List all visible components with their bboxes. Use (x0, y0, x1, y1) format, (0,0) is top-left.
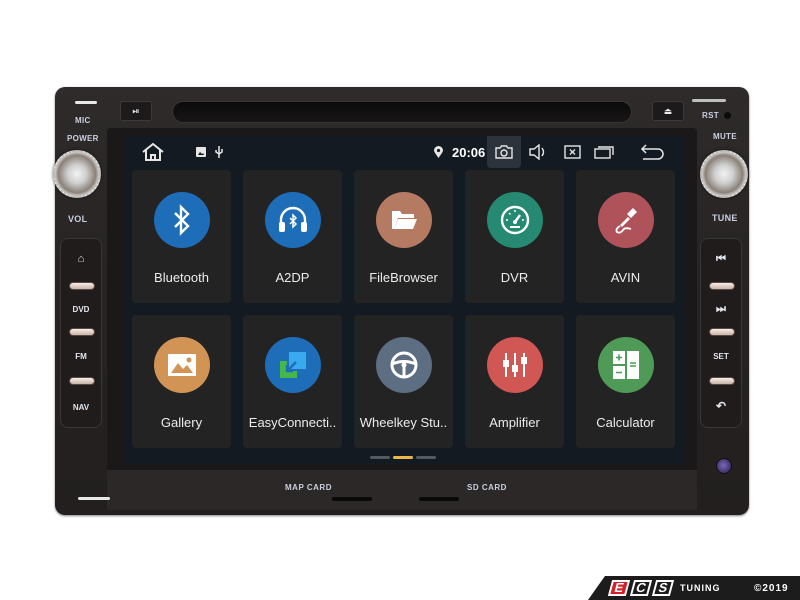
app-tile-gallery[interactable]: Gallery (132, 315, 231, 448)
recent-apps-icon[interactable] (591, 136, 617, 168)
speedometer-icon (487, 192, 543, 248)
app-tile-filebrowser[interactable]: FileBrowser (354, 170, 453, 303)
right-button-divider (709, 328, 735, 336)
map-card-label: MAP CARD (285, 483, 332, 492)
page-indicator-dot[interactable] (416, 456, 436, 459)
hw-set-button[interactable]: SET (701, 352, 741, 361)
reset-pinhole[interactable] (724, 112, 731, 119)
eject-button[interactable]: ⏏ (652, 101, 684, 121)
hw-previous-button[interactable]: ⏮ (701, 253, 741, 266)
picture-icon (154, 337, 210, 393)
android-screen: 20:06 Bluetooth A2DP FileBrowser DVR AVI… (123, 136, 685, 464)
mic-label: MIC (75, 116, 91, 125)
app-label: Wheelkey Stu.. (359, 415, 448, 430)
hw-fm-button[interactable]: FM (61, 352, 101, 361)
left-button-divider (69, 377, 95, 385)
app-label: AVIN (610, 270, 641, 285)
hw-dvd-button[interactable]: DVD (61, 305, 101, 314)
rst-label: RST (702, 111, 719, 120)
back-icon[interactable] (637, 136, 667, 168)
bluetooth-icon (154, 192, 210, 248)
rst-indicator (692, 99, 726, 102)
disc-slot (172, 101, 632, 123)
eject-icon: ⏏ (663, 105, 673, 116)
app-tile-a2dp[interactable]: A2DP (243, 170, 342, 303)
card-slot-strip (107, 470, 697, 510)
play-pause-button[interactable]: ⏯ (120, 101, 152, 121)
app-label: Amplifier (489, 415, 540, 430)
page-indicator-dot-active[interactable] (393, 456, 413, 459)
app-tile-avin[interactable]: AVIN (576, 170, 675, 303)
sd-card-slot[interactable] (419, 497, 459, 501)
app-label: EasyConnecti.. (248, 415, 337, 430)
app-tile-calculator[interactable]: Calculator (576, 315, 675, 448)
location-pin-icon (432, 136, 444, 168)
app-label: Gallery (160, 415, 203, 430)
app-label: Calculator (596, 415, 655, 430)
right-button-divider (709, 377, 735, 385)
app-grid: Bluetooth A2DP FileBrowser DVR AVIN Gall… (132, 170, 678, 460)
tune-label: TUNE (712, 213, 738, 223)
left-button-panel: ⌂ DVD FM NAV (60, 238, 102, 428)
close-app-icon[interactable] (560, 136, 584, 168)
logo-tuning-text: TUNING (680, 583, 721, 593)
image-icon (195, 136, 207, 168)
right-button-panel: ⏮ ⏭ SET ↶ (700, 238, 742, 428)
play-pause-icon: ⏯ (132, 105, 140, 116)
hw-back-button[interactable]: ↶ (701, 399, 741, 413)
copyright-text: ©2019 (754, 583, 789, 594)
app-tile-dvr[interactable]: DVR (465, 170, 564, 303)
ecs-tuning-watermark: E C S TUNING ©2019 (588, 576, 800, 600)
clock: 20:06 (452, 145, 486, 160)
app-tile-wheelkey-study[interactable]: Wheelkey Stu.. (354, 315, 453, 448)
vol-label: VOL (68, 214, 88, 224)
power-label: POWER (67, 134, 99, 143)
bottom-indicator (78, 497, 110, 500)
app-label: DVR (500, 270, 529, 285)
volume-knob[interactable] (53, 150, 101, 198)
home-icon[interactable] (139, 136, 167, 168)
app-label: A2DP (275, 270, 310, 285)
tune-knob[interactable] (700, 150, 748, 198)
steering-wheel-icon (376, 337, 432, 393)
app-label: FileBrowser (369, 270, 438, 285)
left-button-divider (69, 328, 95, 336)
audio-jack-icon (598, 192, 654, 248)
volume-icon[interactable] (526, 136, 552, 168)
app-tile-amplifier[interactable]: Amplifier (465, 315, 564, 448)
usb-icon (213, 136, 225, 168)
calculator-icon (598, 337, 654, 393)
app-label: Bluetooth (154, 270, 209, 285)
bluetooth-headphones-icon (265, 192, 321, 248)
hw-nav-button[interactable]: NAV (61, 403, 101, 412)
right-button-divider (709, 282, 735, 290)
ir-sensor (716, 458, 732, 474)
mic-indicator (75, 101, 97, 104)
mute-label: MUTE (713, 132, 737, 141)
easyconnection-icon (265, 337, 321, 393)
left-button-divider (69, 282, 95, 290)
map-card-slot[interactable] (332, 497, 372, 501)
status-bar: 20:06 (123, 136, 685, 168)
equalizer-icon (487, 337, 543, 393)
hw-home-button[interactable]: ⌂ (61, 253, 101, 265)
app-tile-easyconnection[interactable]: EasyConnecti.. (243, 315, 342, 448)
screenshot-camera-icon[interactable] (487, 136, 521, 168)
page-indicator-dot[interactable] (370, 456, 390, 459)
hw-next-button[interactable]: ⏭ (701, 303, 741, 316)
folder-icon (376, 192, 432, 248)
sd-card-label: SD CARD (467, 483, 507, 492)
app-tile-bluetooth[interactable]: Bluetooth (132, 170, 231, 303)
